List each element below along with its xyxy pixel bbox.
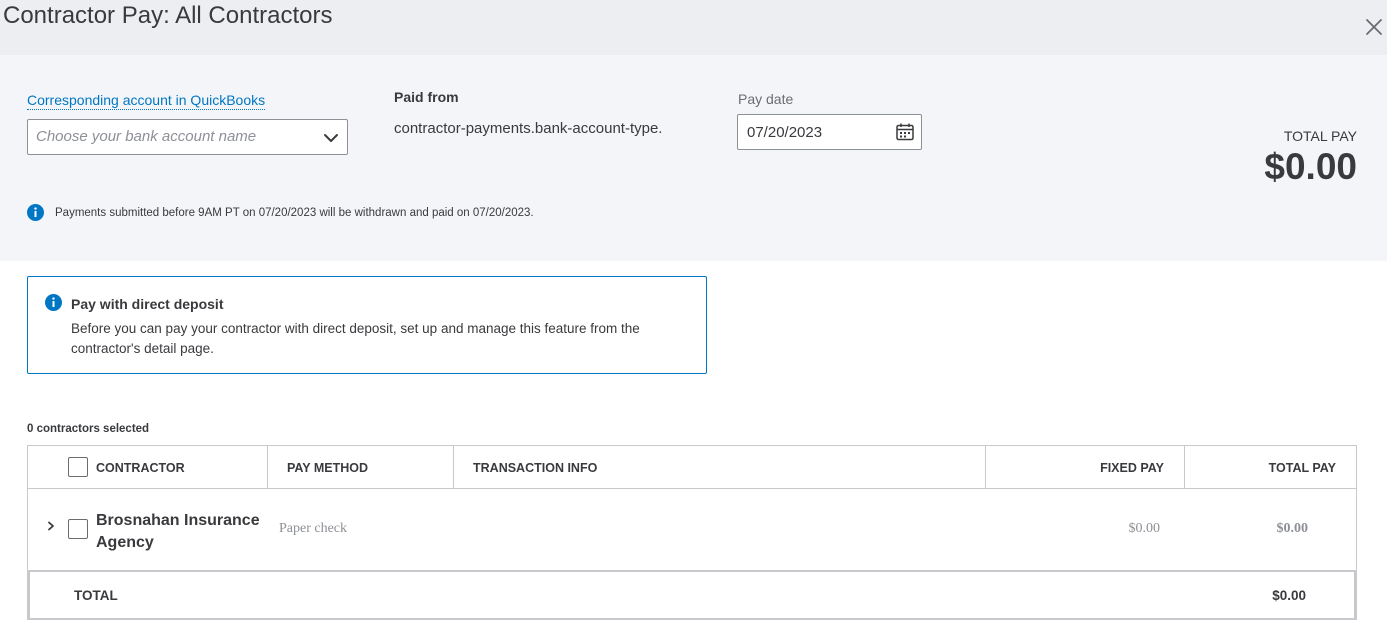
bank-account-select[interactable] [27, 119, 348, 155]
column-pay-method-label: PAY METHOD [287, 461, 369, 475]
direct-deposit-text: Before you can pay your contractor with … [71, 321, 640, 356]
direct-deposit-title: Pay with direct deposit [71, 296, 224, 312]
column-transaction-info[interactable]: TRANSACTION INFO [453, 446, 985, 489]
pay-date-input[interactable] [747, 124, 887, 141]
withdrawal-notice-text: Payments submitted before 9AM PT on 07/2… [55, 207, 534, 219]
row-checkbox[interactable] [68, 519, 88, 539]
pay-date-label: Pay date [738, 91, 794, 107]
contractor-name[interactable]: Brosnahan Insurance Agency [96, 510, 266, 554]
total-label: TOTAL [74, 588, 118, 603]
column-fixed-pay[interactable]: FIXED PAY [985, 446, 1184, 489]
table-header: CONTRACTOR PAY METHOD TRANSACTION INFO F… [28, 446, 1356, 489]
paid-from-value: contractor-payments.bank-account-type. [394, 120, 663, 137]
chevron-right-icon[interactable] [46, 521, 56, 531]
dialog-header: Contractor Pay: All Contractors [0, 0, 1387, 55]
paid-from-label: Paid from [394, 89, 459, 105]
column-fixed-pay-label: FIXED PAY [1100, 461, 1164, 475]
column-transaction-info-label: TRANSACTION INFO [473, 461, 598, 475]
total-value: $0.00 [1272, 588, 1306, 603]
bank-account-input[interactable] [36, 128, 316, 145]
column-total-pay[interactable]: TOTAL PAY [1184, 446, 1356, 489]
row-total-pay-value: $0.00 [1276, 521, 1309, 536]
corresponding-account-link[interactable]: Corresponding account in QuickBooks [27, 92, 266, 110]
total-pay-label: TOTAL PAY [1283, 128, 1357, 144]
selected-count: 0 contractors selected [27, 423, 150, 435]
column-contractor[interactable]: CONTRACTOR [28, 446, 267, 489]
contractors-table: CONTRACTOR PAY METHOD TRANSACTION INFO F… [27, 445, 1357, 620]
table-row: Brosnahan Insurance Agency Paper check $… [28, 489, 1356, 570]
column-contractor-label: CONTRACTOR [96, 461, 185, 475]
info-icon [45, 294, 62, 311]
column-pay-method[interactable]: PAY METHOD [267, 446, 453, 489]
pay-method-value: Paper check [279, 521, 348, 536]
info-icon [27, 204, 44, 221]
total-row: TOTAL $0.00 [28, 570, 1356, 620]
dialog-title: Contractor Pay: All Contractors [3, 2, 333, 29]
direct-deposit-info-box: Pay with direct deposit Before you can p… [27, 276, 707, 374]
chevron-down-icon[interactable] [323, 130, 339, 146]
total-pay-amount: $0.00 [1264, 146, 1357, 187]
column-total-pay-label: TOTAL PAY [1268, 461, 1336, 475]
calendar-icon[interactable] [895, 122, 915, 142]
pay-date-field[interactable] [737, 114, 922, 150]
close-icon[interactable] [1363, 16, 1385, 38]
payment-settings-section: Corresponding account in QuickBooks Paid… [0, 55, 1387, 261]
fixed-pay-value: $0.00 [1128, 521, 1161, 536]
